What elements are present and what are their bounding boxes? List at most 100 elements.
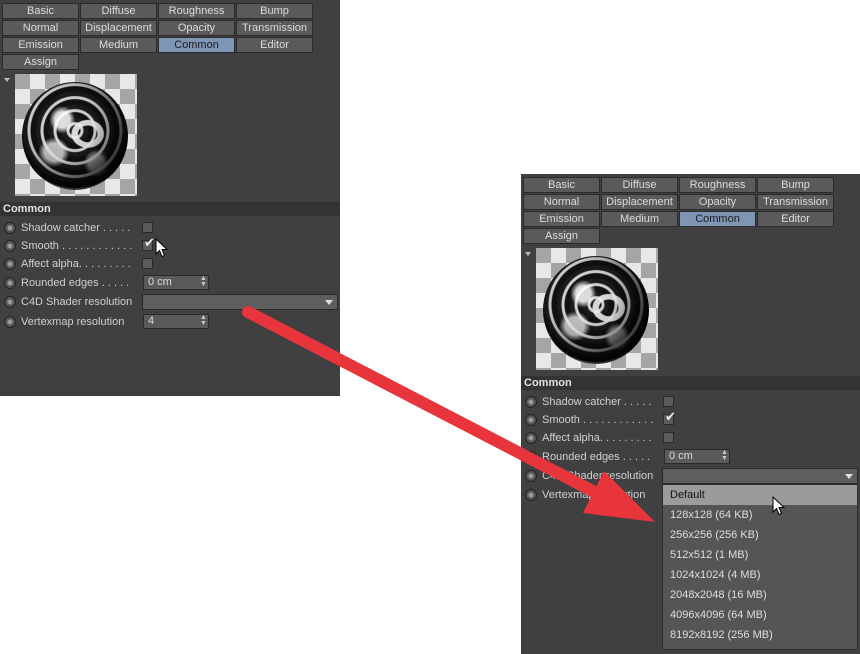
spinner-arrows-icon[interactable]: ▲▼ (200, 314, 207, 327)
tab-basic[interactable]: Basic (2, 3, 79, 19)
menu-option-256[interactable]: 256x256 (256 KB) (663, 525, 857, 545)
tab-opacity[interactable]: Opacity (679, 194, 756, 210)
param-label: C4D Shader resolution (542, 470, 654, 482)
param-row-affect-alpha: Affect alpha. . . . . . . . . (4, 256, 131, 272)
tab-bar: Basic Diffuse Roughness Bump Normal Disp… (523, 177, 834, 244)
param-label: Affect alpha. . . . . . . . . (21, 258, 131, 270)
menu-option-4096[interactable]: 4096x4096 (64 MB) (663, 605, 857, 625)
tab-common[interactable]: Common (679, 211, 756, 227)
param-row-vertexmap-resolution: Vertexmap resolution (525, 487, 645, 503)
param-row-smooth: Smooth . . . . . . . . . . . . (4, 238, 132, 254)
animate-radio-icon[interactable] (525, 414, 537, 426)
param-label: Rounded edges . . . . . (21, 277, 130, 289)
tab-common[interactable]: Common (158, 37, 235, 53)
tab-displacement[interactable]: Displacement (80, 20, 157, 36)
shadow-catcher-checkbox[interactable] (142, 222, 153, 233)
field-value: 4 (148, 315, 155, 327)
tab-emission[interactable]: Emission (2, 37, 79, 53)
animate-radio-icon[interactable] (4, 316, 16, 328)
tab-editor[interactable]: Editor (757, 211, 834, 227)
rounded-edges-input[interactable]: 0 cm ▲▼ (664, 449, 730, 464)
preview-collapse-icon[interactable] (4, 78, 10, 82)
param-label: Smooth . . . . . . . . . . . . (21, 240, 133, 252)
spinner-arrows-icon[interactable]: ▲▼ (721, 449, 728, 462)
tab-transmission[interactable]: Transmission (236, 20, 313, 36)
param-label: C4D Shader resolution (21, 296, 133, 308)
animate-radio-icon[interactable] (4, 277, 16, 289)
shader-resolution-dropdown[interactable] (142, 294, 338, 310)
param-row-rounded-edges: Rounded edges . . . . . (525, 449, 650, 465)
shader-resolution-dropdown[interactable] (662, 468, 858, 484)
param-label: Shadow catcher . . . . . (542, 396, 652, 408)
animate-radio-icon[interactable] (4, 240, 16, 252)
tab-assign[interactable]: Assign (2, 54, 79, 70)
preview-sphere (22, 82, 128, 190)
checkmark-icon: ✔ (144, 235, 155, 250)
tab-bump[interactable]: Bump (757, 177, 834, 193)
animate-radio-icon[interactable] (525, 470, 537, 482)
preview-collapse-icon[interactable] (525, 252, 531, 256)
animate-radio-icon[interactable] (4, 296, 16, 308)
tab-transmission[interactable]: Transmission (757, 194, 834, 210)
tab-diffuse[interactable]: Diffuse (80, 3, 157, 19)
shadow-catcher-checkbox[interactable] (663, 396, 674, 407)
param-label: Vertexmap resolution (21, 316, 125, 328)
menu-option-2048[interactable]: 2048x2048 (16 MB) (663, 585, 857, 605)
animate-radio-icon[interactable] (525, 489, 537, 501)
smooth-checkbox[interactable]: ✔ (663, 410, 676, 425)
tab-roughness[interactable]: Roughness (679, 177, 756, 193)
material-preview (536, 248, 658, 370)
shader-resolution-menu: Default 128x128 (64 KB) 256x256 (256 KB)… (662, 484, 858, 650)
tab-diffuse[interactable]: Diffuse (601, 177, 678, 193)
animate-radio-icon[interactable] (525, 451, 537, 463)
tab-emission[interactable]: Emission (523, 211, 600, 227)
tab-medium[interactable]: Medium (601, 211, 678, 227)
mouse-cursor-icon (772, 496, 786, 516)
dropdown-arrow-icon (845, 474, 853, 479)
material-preview (15, 74, 137, 196)
param-row-affect-alpha: Affect alpha. . . . . . . . . (525, 430, 652, 446)
tab-roughness[interactable]: Roughness (158, 3, 235, 19)
param-label: Shadow catcher . . . . . (21, 222, 131, 234)
menu-option-default[interactable]: Default (663, 485, 857, 505)
menu-option-512[interactable]: 512x512 (1 MB) (663, 545, 857, 565)
tab-editor[interactable]: Editor (236, 37, 313, 53)
affect-alpha-checkbox[interactable] (142, 258, 153, 269)
field-value: 0 cm (669, 450, 693, 462)
tab-normal[interactable]: Normal (2, 20, 79, 36)
param-label: Affect alpha. . . . . . . . . (542, 432, 652, 444)
section-header-common: Common (0, 202, 340, 216)
preview-sphere (543, 256, 649, 364)
param-row-vertexmap-resolution: Vertexmap resolution (4, 314, 124, 330)
tab-opacity[interactable]: Opacity (158, 20, 235, 36)
param-row-shadow-catcher: Shadow catcher . . . . . (525, 394, 651, 410)
param-row-smooth: Smooth . . . . . . . . . . . . (525, 412, 653, 428)
param-label: Rounded edges . . . . . (542, 451, 651, 463)
animate-radio-icon[interactable] (4, 222, 16, 234)
animate-radio-icon[interactable] (525, 396, 537, 408)
tab-assign[interactable]: Assign (523, 228, 600, 244)
tab-bump[interactable]: Bump (236, 3, 313, 19)
checkmark-icon: ✔ (665, 409, 676, 424)
vertexmap-resolution-input[interactable]: 4 ▲▼ (143, 314, 209, 329)
dropdown-arrow-icon (325, 300, 333, 305)
menu-option-8192[interactable]: 8192x8192 (256 MB) (663, 625, 857, 645)
menu-option-128[interactable]: 128x128 (64 KB) (663, 505, 857, 525)
param-row-shader-resolution: C4D Shader resolution (525, 468, 653, 484)
smooth-checkbox[interactable]: ✔ (142, 236, 155, 251)
affect-alpha-checkbox[interactable] (663, 432, 674, 443)
menu-option-1024[interactable]: 1024x1024 (4 MB) (663, 565, 857, 585)
param-row-rounded-edges: Rounded edges . . . . . (4, 275, 129, 291)
animate-radio-icon[interactable] (4, 258, 16, 270)
spinner-arrows-icon[interactable]: ▲▼ (200, 275, 207, 288)
animate-radio-icon[interactable] (525, 432, 537, 444)
material-editor-panel-after: Basic Diffuse Roughness Bump Normal Disp… (521, 174, 860, 654)
material-editor-panel-before: Basic Diffuse Roughness Bump Normal Disp… (0, 0, 340, 396)
tab-normal[interactable]: Normal (523, 194, 600, 210)
field-value: 0 cm (148, 276, 172, 288)
tab-basic[interactable]: Basic (523, 177, 600, 193)
rounded-edges-input[interactable]: 0 cm ▲▼ (143, 275, 209, 290)
section-header-common: Common (521, 376, 860, 390)
tab-displacement[interactable]: Displacement (601, 194, 678, 210)
tab-medium[interactable]: Medium (80, 37, 157, 53)
